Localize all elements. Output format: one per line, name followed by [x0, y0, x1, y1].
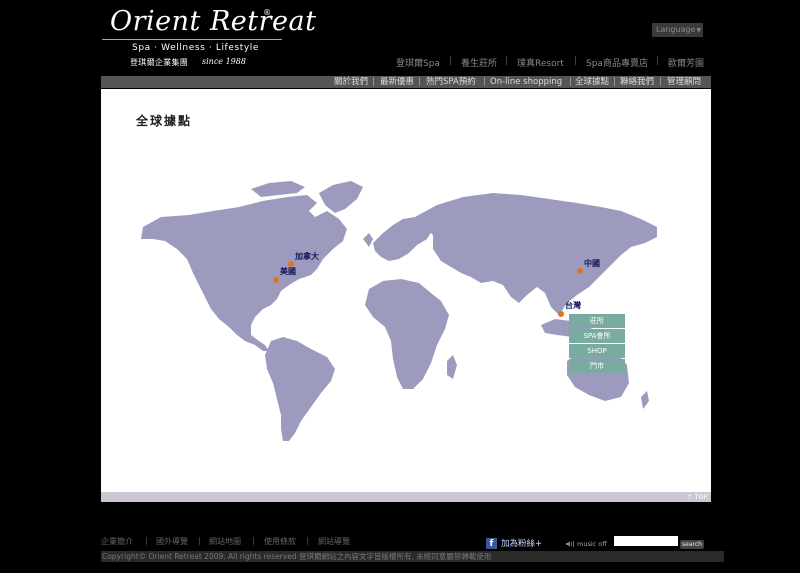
nav-divider: | — [418, 77, 421, 87]
chevron-down-icon: ▼ — [696, 27, 702, 34]
search-input[interactable] — [614, 536, 678, 546]
top-nav-resort[interactable]: 璞真Resort — [517, 56, 564, 69]
footer-divider: | — [306, 536, 309, 545]
logo-since: since 1988 — [202, 57, 246, 66]
greenland — [319, 181, 363, 213]
location-menu-spa-club[interactable]: SPA會所 — [569, 329, 625, 343]
new-zealand — [641, 391, 649, 409]
location-label-usa[interactable]: 美國 — [280, 266, 296, 277]
footer-divider: | — [252, 536, 255, 545]
africa-landmass — [365, 279, 449, 389]
location-menu-store[interactable]: 門市 — [569, 359, 625, 373]
facebook-fan-link[interactable]: 加為粉絲+ — [501, 537, 542, 549]
logo-tagline: Spa · Wellness · Lifestyle — [132, 43, 260, 53]
logo-divider — [102, 39, 282, 40]
sub-nav-consulting[interactable]: 管理顧問 — [667, 76, 701, 88]
music-toggle[interactable]: music off — [577, 540, 607, 548]
copyright-text: Copyright© Orient Retreat 2009. All righ… — [102, 552, 492, 561]
sub-nav-spa-booking[interactable]: 熱門SPA預約 — [426, 76, 476, 88]
location-label-taiwan[interactable]: 台灣 — [565, 300, 581, 311]
sub-nav-online-shopping[interactable]: On-line shopping — [490, 76, 562, 88]
north-america-landmass — [141, 195, 347, 351]
language-label: Language — [656, 25, 696, 34]
asia-landmass — [415, 193, 657, 315]
location-pin-china[interactable] — [577, 268, 583, 274]
logo-group-name: 登琪爾企業集團 — [130, 58, 189, 67]
search-button[interactable]: search — [680, 540, 704, 549]
location-label-canada[interactable]: 加拿大 — [295, 251, 319, 262]
world-map — [141, 181, 657, 441]
location-pin-usa[interactable] — [273, 277, 279, 283]
nav-divider: | — [483, 77, 486, 87]
top-nav-health-house[interactable]: 養生莊所 — [461, 56, 497, 69]
location-menu-shop[interactable]: SHOP — [569, 344, 625, 358]
footer-link-overseas[interactable]: 國外導覽 — [156, 536, 188, 547]
footer-link-about[interactable]: 企業簡介 — [101, 536, 133, 547]
arctic-islands — [251, 181, 305, 197]
logo-title[interactable]: Orient Retreat — [110, 6, 316, 37]
nav-divider: | — [574, 56, 578, 66]
uk-islands — [363, 233, 373, 247]
sub-nav-global-locations[interactable]: 全球據點 — [575, 76, 609, 88]
footer-link-sitemap[interactable]: 網站地圖 — [209, 536, 241, 547]
facebook-icon[interactable]: f — [486, 538, 497, 549]
top-nav-garden[interactable]: 歐爾芳園 — [668, 56, 704, 69]
language-dropdown[interactable]: Language▼ — [652, 23, 703, 37]
sub-nav-offers[interactable]: 最新優惠 — [380, 76, 414, 88]
south-america-landmass — [265, 337, 335, 441]
nav-divider: | — [449, 56, 453, 66]
nav-divider: | — [613, 77, 616, 87]
footer-link-terms[interactable]: 使用條款 — [264, 536, 296, 547]
speaker-icon[interactable] — [566, 540, 574, 548]
location-menu-house[interactable]: 莊所 — [569, 314, 625, 328]
sub-nav-about[interactable]: 關於我們 — [334, 76, 368, 88]
nav-divider: | — [656, 56, 660, 66]
nav-divider: | — [505, 56, 509, 66]
back-to-top-bar — [101, 492, 711, 502]
sub-nav-contact[interactable]: 聯絡我們 — [620, 76, 654, 88]
nav-divider: | — [569, 77, 572, 87]
madagascar — [447, 355, 457, 379]
nav-divider: | — [659, 77, 662, 87]
top-nav-spa-shop[interactable]: Spa商品專賣店 — [586, 56, 648, 69]
back-to-top-link[interactable]: ↑ TOP — [687, 492, 708, 502]
top-nav-spa[interactable]: 登琪爾Spa — [396, 56, 440, 69]
location-label-china[interactable]: 中國 — [584, 258, 600, 269]
nav-divider: | — [372, 77, 375, 87]
footer-link-guide[interactable]: 網站導覽 — [318, 536, 350, 547]
location-pin-taiwan[interactable] — [558, 311, 564, 317]
footer-divider: | — [145, 536, 148, 545]
footer-divider: | — [198, 536, 201, 545]
registered-mark: ® — [263, 8, 271, 17]
